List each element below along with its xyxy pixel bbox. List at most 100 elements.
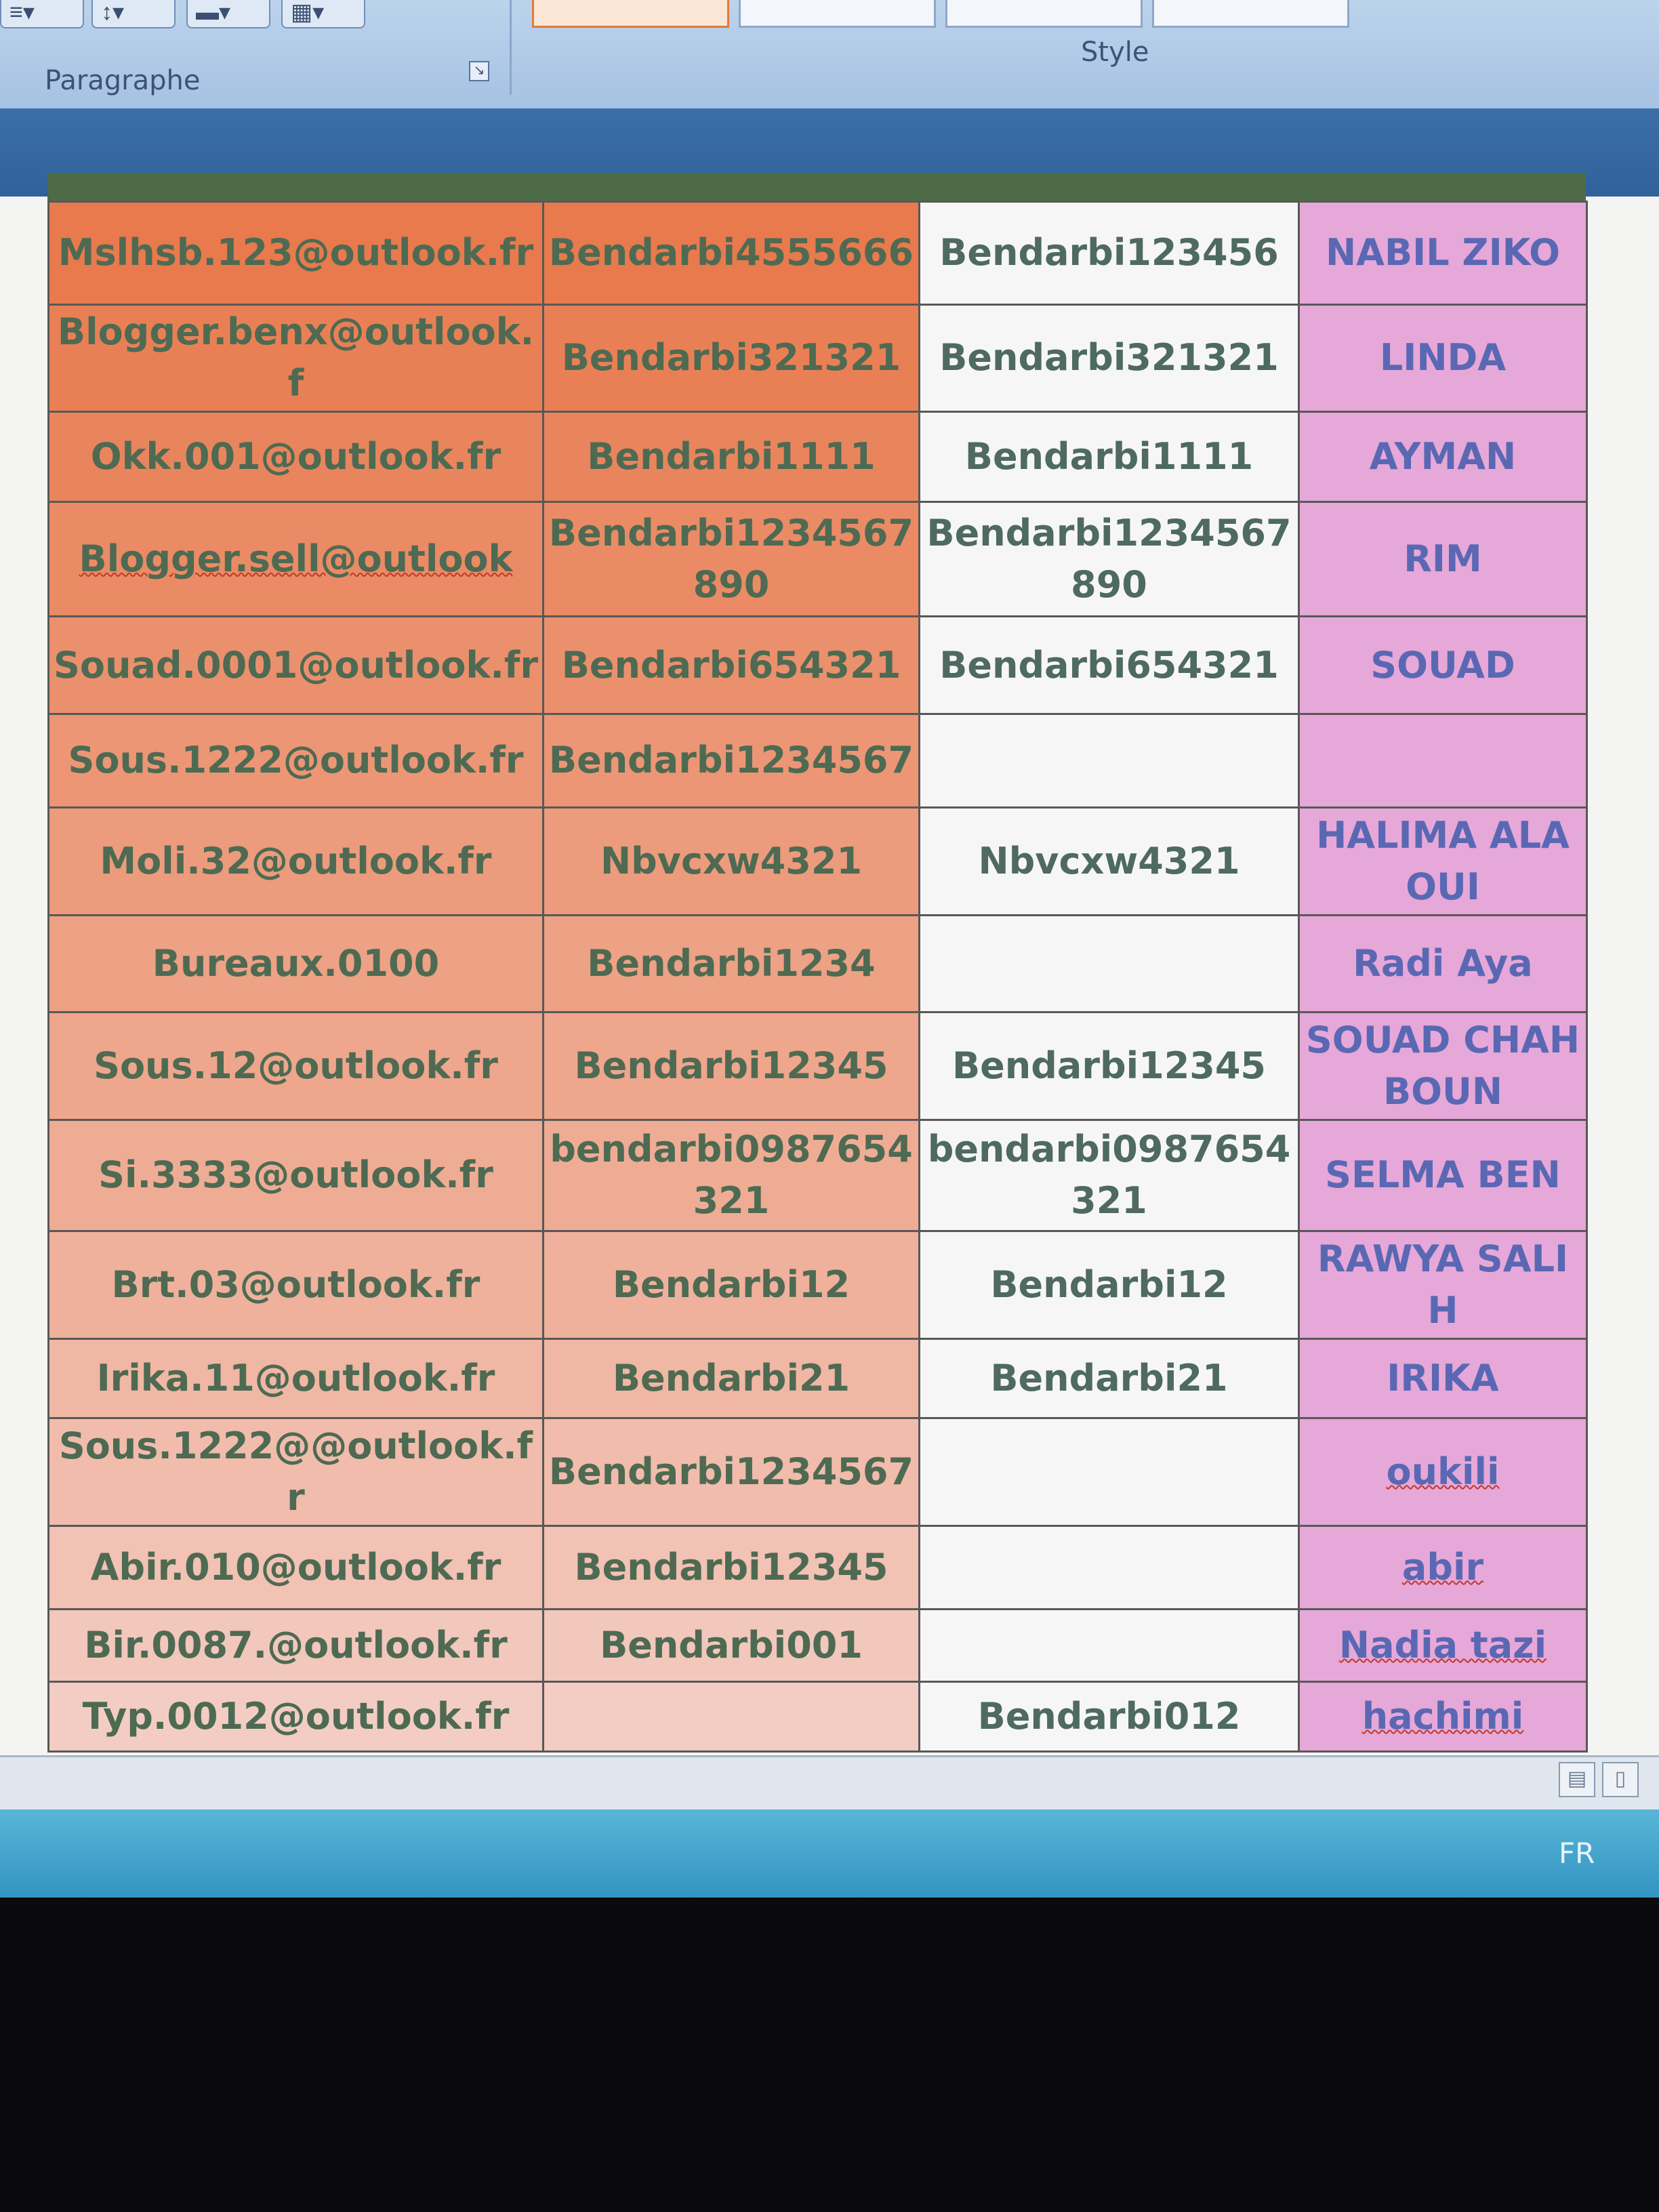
password-confirm-cell[interactable]: Bendarbi012 bbox=[918, 1681, 1300, 1753]
password-confirm-cell[interactable]: Bendarbi654321 bbox=[918, 615, 1300, 715]
password-cell[interactable]: Bendarbi4555666 bbox=[542, 201, 920, 306]
name-cell[interactable]: SELMA BEN bbox=[1298, 1118, 1588, 1232]
name-cell[interactable]: IRIKA bbox=[1298, 1337, 1588, 1420]
password-confirm-cell[interactable]: Bendarbi12345 bbox=[918, 1011, 1300, 1121]
cell-text: Bendarbi1111 bbox=[964, 435, 1254, 478]
cell-text: Bendarbi321321 bbox=[561, 336, 901, 380]
table-row: Si.3333@outlook.fr bendarbi0987654321 bend… bbox=[47, 1118, 1588, 1232]
password-confirm-cell[interactable] bbox=[918, 1417, 1300, 1527]
cell-text: Bendarbi001 bbox=[600, 1624, 863, 1667]
password-cell[interactable]: Bendarbi1234567890 bbox=[542, 501, 920, 618]
password-cell[interactable]: Nbvcxw4321 bbox=[542, 806, 920, 916]
password-confirm-cell[interactable] bbox=[918, 1607, 1300, 1683]
password-cell[interactable]: bendarbi0987654321 bbox=[542, 1118, 920, 1232]
style-no-spacing[interactable] bbox=[739, 0, 936, 28]
line-spacing-icon: ↕▾ bbox=[101, 0, 125, 25]
cell-text: Nbvcxw4321 bbox=[978, 839, 1240, 882]
cell-text: Bendarbi321321 bbox=[939, 336, 1279, 380]
table-row: Bureaux.0100 Bendarbi1234 Radi Aya bbox=[47, 914, 1588, 1014]
cell-text: Bendarbi123456 bbox=[939, 231, 1279, 274]
style-normal[interactable] bbox=[532, 0, 729, 28]
cell-text: Bendarbi12 bbox=[612, 1263, 851, 1306]
email-cell[interactable]: Brt.03@outlook.fr bbox=[47, 1229, 544, 1340]
name-cell[interactable] bbox=[1298, 712, 1588, 809]
password-cell[interactable]: Bendarbi12345 bbox=[542, 1525, 920, 1610]
name-cell[interactable]: RAWYA SALIH bbox=[1298, 1229, 1588, 1340]
name-cell[interactable]: LINDA bbox=[1298, 303, 1588, 413]
email-cell[interactable]: Souad.0001@outlook.fr bbox=[47, 615, 544, 715]
email-cell[interactable]: Blogger.sell@outlook bbox=[47, 501, 544, 618]
password-confirm-cell[interactable]: Bendarbi1111 bbox=[918, 411, 1300, 504]
name-cell[interactable]: SOUAD bbox=[1298, 615, 1588, 715]
print-layout-icon[interactable]: ▤ bbox=[1559, 1762, 1595, 1797]
cell-text: oukili bbox=[1386, 1450, 1500, 1494]
cell-text: LINDA bbox=[1379, 336, 1507, 380]
password-cell[interactable] bbox=[542, 1681, 920, 1753]
password-confirm-cell[interactable]: Nbvcxw4321 bbox=[918, 806, 1300, 916]
full-screen-reading-icon[interactable]: ▯ bbox=[1602, 1762, 1639, 1797]
name-cell[interactable]: NABIL ZIKO bbox=[1298, 201, 1588, 306]
borders-button[interactable]: ▦▾ bbox=[281, 0, 365, 28]
email-cell[interactable]: Si.3333@outlook.fr bbox=[47, 1118, 544, 1232]
language-indicator[interactable]: FR bbox=[1559, 1837, 1595, 1870]
password-confirm-cell[interactable] bbox=[918, 914, 1300, 1014]
name-cell[interactable]: RIM bbox=[1298, 501, 1588, 618]
shading-button[interactable]: ▬▾ bbox=[186, 0, 270, 28]
cell-text: hachimi bbox=[1361, 1695, 1524, 1738]
email-cell[interactable]: Mslhsb.123@outlook.fr bbox=[47, 201, 544, 306]
cell-text: Bendarbi12345 bbox=[952, 1044, 1266, 1088]
style-heading-2[interactable] bbox=[1152, 0, 1349, 28]
password-confirm-cell[interactable]: Bendarbi321321 bbox=[918, 303, 1300, 413]
name-cell[interactable]: abir bbox=[1298, 1525, 1588, 1610]
list-button[interactable]: ≡▾ bbox=[0, 0, 84, 28]
cell-text: Bendarbi21 bbox=[612, 1356, 851, 1399]
email-cell[interactable]: Typ.0012@outlook.fr bbox=[47, 1681, 544, 1753]
cell-text: AYMAN bbox=[1369, 435, 1517, 478]
name-cell[interactable]: SOUAD CHAHBOUN bbox=[1298, 1011, 1588, 1121]
password-cell[interactable]: Bendarbi321321 bbox=[542, 303, 920, 413]
password-confirm-cell[interactable]: bendarbi0987654321 bbox=[918, 1118, 1300, 1232]
password-cell[interactable]: Bendarbi1234 bbox=[542, 914, 920, 1014]
password-cell[interactable]: Bendarbi12345 bbox=[542, 1011, 920, 1121]
password-confirm-cell[interactable]: Bendarbi123456 bbox=[918, 201, 1300, 306]
email-cell[interactable]: Sous.1222@outlook.fr bbox=[47, 712, 544, 809]
email-cell[interactable]: Bir.0087.@outlook.fr bbox=[47, 1607, 544, 1683]
password-cell[interactable]: Bendarbi1234567 bbox=[542, 1417, 920, 1527]
password-confirm-cell[interactable] bbox=[918, 712, 1300, 809]
table-row: Sous.12@outlook.fr Bendarbi12345 Bendarbi1… bbox=[47, 1011, 1588, 1121]
email-cell[interactable]: Moli.32@outlook.fr bbox=[47, 806, 544, 916]
cell-text: Typ.0012@outlook.fr bbox=[82, 1695, 510, 1738]
cell-text: Sous.1222@@outlook.fr bbox=[58, 1425, 533, 1519]
email-cell[interactable]: Sous.1222@@outlook.fr bbox=[47, 1417, 544, 1527]
name-cell[interactable]: hachimi bbox=[1298, 1681, 1588, 1753]
password-cell[interactable]: Bendarbi654321 bbox=[542, 615, 920, 715]
name-cell[interactable]: oukili bbox=[1298, 1417, 1588, 1527]
password-confirm-cell[interactable]: Bendarbi12 bbox=[918, 1229, 1300, 1340]
name-cell[interactable]: Radi Aya bbox=[1298, 914, 1588, 1014]
name-cell[interactable]: Nadia tazi bbox=[1298, 1607, 1588, 1683]
password-cell[interactable]: Bendarbi001 bbox=[542, 1607, 920, 1683]
table-row: Typ.0012@outlook.fr Bendarbi012 hachimi bbox=[47, 1681, 1588, 1753]
cell-text: SOUAD bbox=[1370, 643, 1515, 687]
password-cell[interactable]: Bendarbi1111 bbox=[542, 411, 920, 504]
cell-text: Bureaux.0100 bbox=[152, 941, 440, 985]
name-cell[interactable]: HALIMA ALAOUI bbox=[1298, 806, 1588, 916]
email-cell[interactable]: Blogger.benx@outlook.f bbox=[47, 303, 544, 413]
paragraph-dialog-launcher-icon[interactable]: ↘ bbox=[469, 61, 489, 81]
password-confirm-cell[interactable]: Bendarbi21 bbox=[918, 1337, 1300, 1420]
email-cell[interactable]: Abir.010@outlook.fr bbox=[47, 1525, 544, 1610]
line-spacing-button[interactable]: ↕▾ bbox=[91, 0, 176, 28]
email-cell[interactable]: Okk.001@outlook.fr bbox=[47, 411, 544, 504]
email-cell[interactable]: Bureaux.0100 bbox=[47, 914, 544, 1014]
name-cell[interactable]: AYMAN bbox=[1298, 411, 1588, 504]
email-cell[interactable]: Sous.12@outlook.fr bbox=[47, 1011, 544, 1121]
password-cell[interactable]: Bendarbi21 bbox=[542, 1337, 920, 1420]
password-confirm-cell[interactable]: Bendarbi1234567890 bbox=[918, 501, 1300, 618]
password-cell[interactable]: Bendarbi1234567 bbox=[542, 712, 920, 809]
style-heading-1[interactable] bbox=[945, 0, 1143, 28]
cell-text: Moli.32@outlook.fr bbox=[100, 839, 492, 882]
password-cell[interactable]: Bendarbi12 bbox=[542, 1229, 920, 1340]
email-cell[interactable]: Irika.11@outlook.fr bbox=[47, 1337, 544, 1420]
password-confirm-cell[interactable] bbox=[918, 1525, 1300, 1610]
cell-text: abir bbox=[1401, 1545, 1484, 1589]
